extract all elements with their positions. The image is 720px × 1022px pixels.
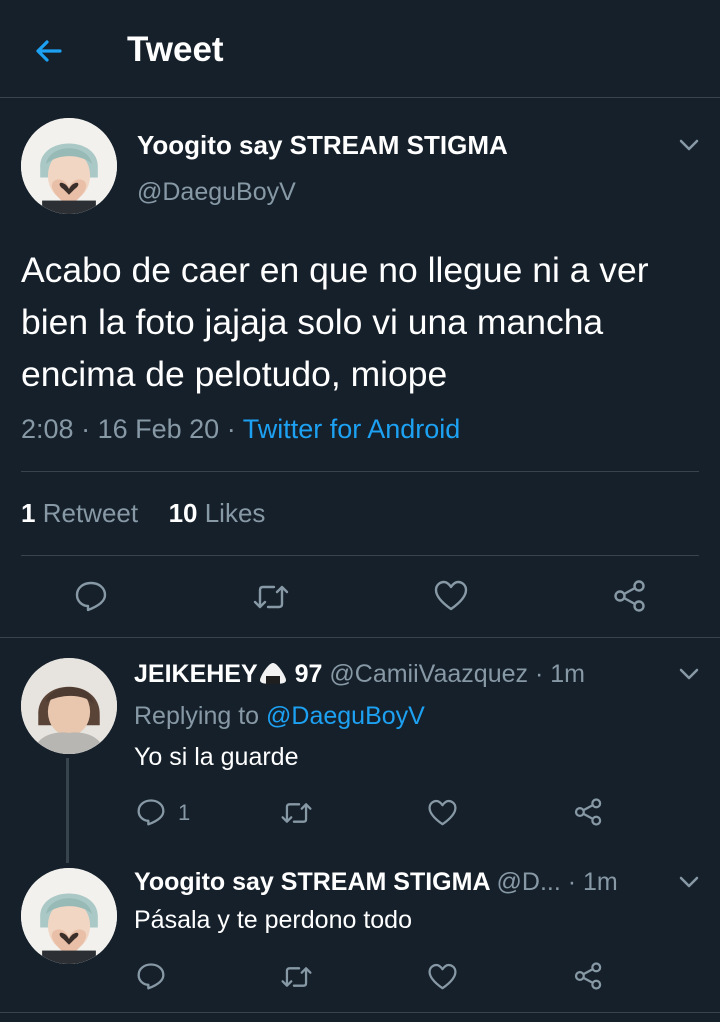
divider <box>0 637 720 638</box>
reply-author-name[interactable]: Yoogito say STREAM STIGMA <box>134 868 490 896</box>
divider <box>21 555 699 556</box>
reply-button[interactable] <box>136 961 166 991</box>
replying-to: Replying to @DaeguBoyV <box>134 702 425 731</box>
back-arrow-icon[interactable] <box>30 33 66 69</box>
author-name[interactable]: Yoogito say STREAM STIGMA <box>137 130 508 161</box>
comment-icon <box>75 581 107 612</box>
comment-icon <box>137 799 165 826</box>
retweet-button[interactable] <box>280 963 313 991</box>
retweet-label: Retweet <box>42 498 139 528</box>
reply-author-name-suffix: 97 <box>294 660 323 688</box>
likes-stat[interactable]: 10 Likes <box>169 498 266 528</box>
like-button[interactable] <box>427 963 458 991</box>
avatar[interactable] <box>21 868 117 964</box>
reply-header: JEIKEHEY 97 @CamiiVaazquez · 1m <box>134 660 585 689</box>
share-icon <box>614 580 645 612</box>
replying-prefix: Replying to <box>134 702 260 730</box>
dot-separator: · <box>528 660 551 688</box>
reply-text: Yo si la guarde <box>134 743 299 771</box>
thread-line <box>66 758 69 863</box>
retweet-count: 1 <box>21 498 36 528</box>
share-button[interactable] <box>573 797 604 827</box>
reply-time: 1m <box>583 868 618 896</box>
author-handle[interactable]: @DaeguBoyV <box>137 178 296 207</box>
dot-separator: · <box>560 868 584 896</box>
retweet-icon <box>253 585 289 609</box>
meta-separator: · <box>226 414 243 444</box>
onigiri-icon <box>259 663 286 684</box>
replying-mention-link[interactable]: @DaeguBoyV <box>266 702 425 730</box>
tweet-time: 2:08 <box>21 414 74 444</box>
retweet-button[interactable] <box>280 799 313 827</box>
reply-button[interactable] <box>74 579 108 613</box>
chevron-down-icon[interactable] <box>678 134 700 156</box>
likes-label: Likes <box>204 498 266 528</box>
chevron-down-icon[interactable] <box>678 663 700 685</box>
page-title: Tweet <box>127 30 224 69</box>
reply-button[interactable] <box>136 797 166 827</box>
tweet-date: 16 Feb 20 <box>97 414 220 444</box>
likes-count: 10 <box>168 498 198 528</box>
tweet-source-link[interactable]: Twitter for Android <box>243 414 461 444</box>
reply-author-name[interactable]: JEIKEHEY <box>134 660 258 688</box>
avatar[interactable] <box>21 658 117 754</box>
like-button[interactable] <box>427 799 458 827</box>
divider <box>21 471 699 472</box>
app-header: Tweet <box>0 0 720 98</box>
share-icon <box>574 798 602 826</box>
retweet-button[interactable] <box>252 581 290 613</box>
tweet-meta: 2:08 · 16 Feb 20 · Twitter for Android <box>21 414 460 445</box>
chevron-down-icon[interactable] <box>678 871 700 893</box>
meta-separator: · <box>81 414 98 444</box>
reply-count: 1 <box>178 800 191 825</box>
heart-icon <box>434 580 468 611</box>
reply-header: Yoogito say STREAM STIGMA @D... · 1m <box>134 868 618 897</box>
retweet-icon <box>281 967 312 987</box>
divider <box>0 1012 720 1013</box>
reply-time: 1m <box>550 660 585 688</box>
retweet-icon <box>281 803 312 823</box>
heart-icon <box>428 799 457 826</box>
tweet-text: Acabo de caer en que no llegue ni a ver … <box>21 250 649 394</box>
retweet-stat[interactable]: 1 Retweet <box>21 498 138 528</box>
reply-author-handle[interactable]: @CamiiVaazquez <box>329 660 528 688</box>
heart-icon <box>428 963 457 990</box>
share-icon <box>574 962 602 990</box>
like-button[interactable] <box>433 580 469 612</box>
avatar[interactable] <box>21 118 117 214</box>
tweet-stats: 1 Retweet 10 Likes <box>21 498 265 529</box>
reply-author-handle[interactable]: @D... <box>497 868 561 896</box>
reply-text: Pásala y te perdono todo <box>134 906 412 934</box>
share-button[interactable] <box>573 961 604 991</box>
share-button[interactable] <box>612 579 648 613</box>
comment-icon <box>137 963 165 990</box>
